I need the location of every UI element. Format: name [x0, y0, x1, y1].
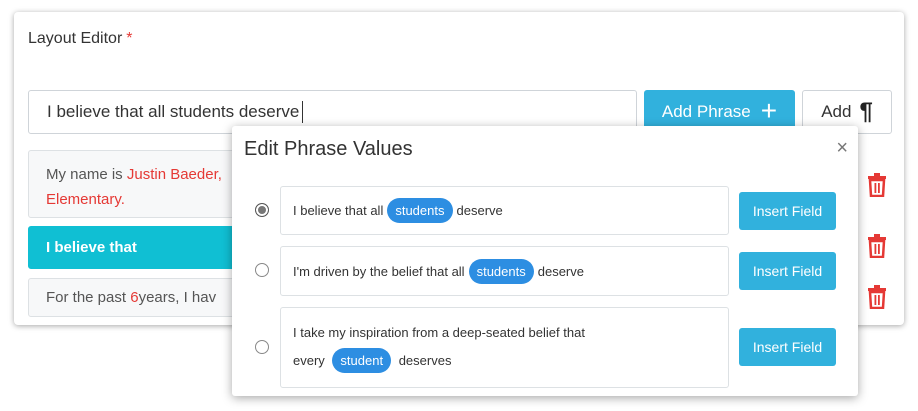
insert-field-button[interactable]: Insert Field — [739, 328, 836, 366]
insert-field-button[interactable]: Insert Field — [739, 252, 836, 290]
phrase-option-text[interactable]: I take my inspiration from a deep-seated… — [280, 307, 729, 388]
phrase-option-text[interactable]: I'm driven by the belief that all studen… — [280, 246, 729, 296]
paragraph-field: Justin Baeder, — [126, 166, 222, 183]
modal-title: Edit Phrase Values — [244, 138, 413, 160]
required-mark: * — [126, 30, 133, 47]
phrase-input-value: I believe that all students deserve — [47, 102, 300, 121]
editor-title: Layout Editor * — [28, 30, 133, 48]
trash-icon[interactable] — [866, 173, 888, 197]
trash-icon[interactable] — [866, 234, 888, 258]
paragraph-text: My name is — [46, 166, 127, 183]
phrase-text: I believe that all — [293, 203, 384, 218]
phrase-text: every — [293, 353, 325, 368]
insert-field-button[interactable]: Insert Field — [739, 192, 836, 230]
field-pill[interactable]: students — [387, 198, 453, 223]
field-pill[interactable]: student — [332, 348, 392, 373]
pilcrow-icon: ¶ — [859, 98, 873, 125]
editor-title-label: Layout Editor — [28, 30, 123, 47]
edit-phrase-values-modal: Edit Phrase Values × I believe that all … — [232, 126, 858, 396]
phrase-option-radio[interactable] — [255, 203, 269, 217]
phrase-text: deserves — [398, 353, 452, 368]
paragraph-field: Elementary. — [46, 191, 125, 208]
phrase-text: I'm driven by the belief that all — [293, 263, 465, 279]
phrase-text: I take my inspiration from a deep-seated… — [293, 325, 585, 340]
phrase-option-radio[interactable] — [255, 340, 269, 354]
add-paragraph-label: Add — [821, 102, 852, 121]
add-phrase-label: Add Phrase — [661, 102, 751, 121]
phrase-text: deserve — [537, 263, 584, 279]
close-icon[interactable]: × — [836, 138, 848, 158]
phrase-text: deserve — [456, 203, 503, 218]
phrase-option-text[interactable]: I believe that all students deserve — [280, 186, 729, 235]
text-caret — [302, 101, 304, 123]
paragraph-text: I believe that — [46, 239, 137, 256]
phrase-option-radio[interactable] — [255, 263, 269, 277]
trash-icon[interactable] — [866, 285, 888, 309]
paragraph-text: years, I hav — [138, 289, 217, 306]
field-pill[interactable]: students — [468, 258, 534, 284]
paragraph-text: For the past — [46, 289, 127, 306]
paragraph-field: 6 — [130, 289, 139, 306]
plus-icon: + — [760, 94, 778, 126]
